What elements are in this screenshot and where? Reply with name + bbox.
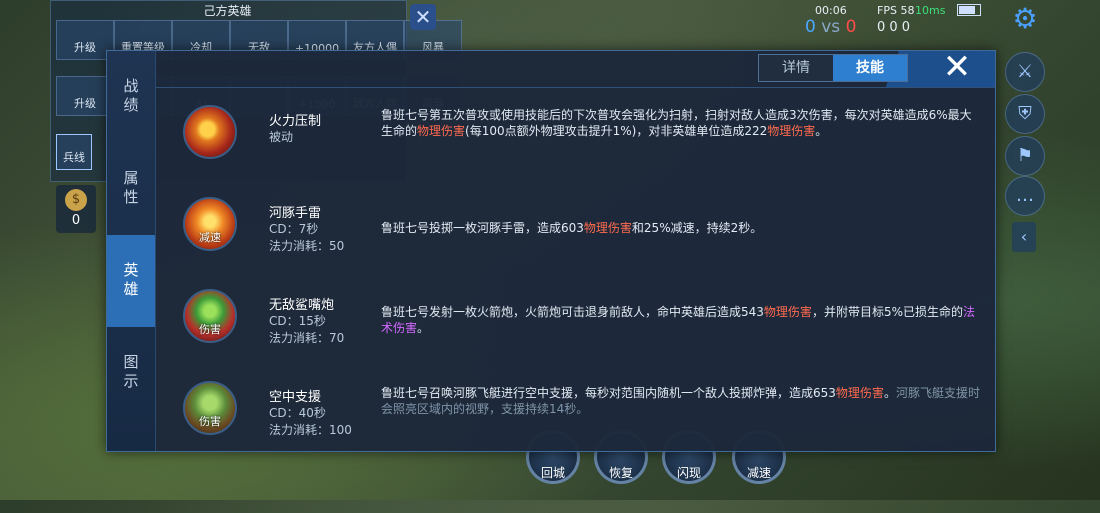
skill-description: 鲁班七号第五次普攻或使用技能后的下次普攻会强化为扫射，扫射对敌人造成3次伤害，每… — [381, 107, 981, 139]
tab[interactable]: 技能 — [833, 55, 907, 81]
description-text: 。 — [815, 124, 828, 138]
skill-row: 减速 河豚手雷 CD：7秒法力消耗：50 鲁班七号投掷一枚河豚手雷，造成603物理伤害… — [155, 180, 995, 272]
close-icon[interactable]: ✕ — [937, 49, 977, 85]
flag-icon[interactable]: ⚑ — [1005, 136, 1045, 176]
description-text: 。 — [417, 321, 430, 335]
skill-description: 鲁班七号召唤河豚飞艇进行空中支援，每秒对范围内随机一个敌人投掷炸弹，造成653物… — [381, 385, 981, 417]
dialog-header: 详情 技能 ✕ — [155, 49, 995, 87]
description-text: 鲁班七号投掷一枚河豚手雷，造成603 — [381, 221, 584, 235]
coin-value: 0 — [71, 213, 81, 228]
score-blue: 0 — [805, 17, 816, 37]
skill-icon — [183, 105, 237, 159]
cheat-panel-close-icon[interactable]: ✕ — [410, 4, 436, 30]
skill-name: 河豚手雷 — [269, 206, 322, 221]
description-text: 。 — [883, 386, 896, 400]
skill-mana-cost: 法力消耗：70 — [269, 331, 345, 345]
skill-name: 空中支援 — [269, 390, 322, 405]
skill-mana-cost: 法力消耗：50 — [269, 239, 345, 253]
nav-item[interactable]: 图示 — [107, 327, 155, 419]
skill-cooldown: CD：7秒 — [269, 222, 319, 236]
skill-icon-tag: 减速 — [199, 231, 221, 244]
physical-damage-text: 物理伤害 — [835, 386, 884, 400]
coin-counter: $ 0 — [56, 185, 96, 233]
tab[interactable]: 详情 — [759, 55, 833, 81]
description-text: ，并附带目标5%已损生命的 — [811, 305, 963, 319]
collapse-chevron-icon[interactable]: ‹ — [1012, 222, 1036, 252]
skill-mana-cost: 法力消耗：100 — [269, 423, 352, 437]
description-text: 和25%减速，持续2秒。 — [631, 221, 763, 235]
skill-icon: 减速 — [183, 197, 237, 251]
sword-icon[interactable]: ⚔ — [1005, 52, 1045, 92]
skill-icon-tag: 伤害 — [199, 323, 221, 336]
skill-row: 伤害 空中支援 CD：40秒法力消耗：100 鲁班七号召唤河豚飞艇进行空中支援，每秒对… — [155, 364, 995, 456]
skill-icon: 伤害 — [183, 381, 237, 435]
skill-row: 伤害 无敌鲨嘴炮 CD：15秒法力消耗：70 鲁班七号发射一枚火箭炮，火箭炮可击退身前… — [155, 272, 995, 364]
dialog-side-nav: 战绩 属性 英雄 图示 — [107, 51, 156, 451]
hero-info-dialog: 战绩 属性 英雄 图示 详情 技能 ✕ 火力压制 被动 鲁班七号第五次普攻或使用技能后的下次… — [106, 49, 996, 452]
nav-item[interactable]: 属性 — [107, 143, 155, 235]
nav-item[interactable]: 英雄 — [107, 235, 155, 327]
gear-icon[interactable]: ⚙ — [1010, 4, 1040, 34]
nav-item[interactable]: 战绩 — [107, 51, 155, 143]
skill-description: 鲁班七号投掷一枚河豚手雷，造成603物理伤害和25%减速，持续2秒。 — [381, 220, 981, 236]
skill-list: 火力压制 被动 鲁班七号第五次普攻或使用技能后的下次普攻会强化为扫射，扫射对敌人造成… — [155, 87, 995, 451]
skill-cooldown: 被动 — [269, 130, 294, 144]
skill-row: 火力压制 被动 鲁班七号第五次普攻或使用技能后的下次普攻会强化为扫射，扫射对敌人造成… — [155, 88, 995, 180]
skill-cooldown: CD：40秒 — [269, 406, 326, 420]
physical-damage-text: 物理伤害 — [583, 221, 632, 235]
description-text: 鲁班七号召唤河豚飞艇进行空中支援，每秒对范围内随机一个敌人投掷炸弹，造成653 — [381, 386, 836, 400]
score-red: 0 — [845, 17, 857, 37]
battery-icon — [957, 4, 981, 16]
skill-cooldown: CD：15秒 — [269, 314, 326, 328]
skill-description: 鲁班七号发射一枚火箭炮，火箭炮可击退身前敌人，命中英雄后造成543物理伤害，并附… — [381, 304, 981, 336]
score: 0 vs 0 — [805, 17, 856, 37]
shield-icon[interactable]: ⛨ — [1005, 94, 1045, 134]
vs-label: vs — [821, 17, 841, 37]
money-bag-icon: $ — [65, 189, 87, 211]
match-time: 00:06 — [815, 4, 847, 17]
skill-icon: 伤害 — [183, 289, 237, 343]
skill-icon-tag: 伤害 — [199, 415, 221, 428]
skill-name: 火力压制 — [269, 114, 322, 129]
kda-readout: 0 0 0 — [877, 20, 911, 35]
physical-damage-text: 物理伤害 — [763, 305, 812, 319]
description-text: (每100点额外物理攻击提升1%)，对非英雄单位造成222 — [465, 124, 768, 138]
description-text: 鲁班七号发射一枚火箭炮，火箭炮可击退身前敌人，命中英雄后造成543 — [381, 305, 764, 319]
chat-icon[interactable]: … — [1005, 176, 1045, 216]
cheat-panel-title: 己方英雄 — [203, 4, 252, 18]
ping-readout: 10ms — [915, 4, 946, 17]
physical-damage-text: 物理伤害 — [417, 124, 466, 138]
minion-button[interactable]: 兵线 — [56, 134, 92, 170]
fps-readout: FPS 58 — [877, 4, 915, 17]
tab-group: 详情 技能 — [758, 54, 908, 82]
skill-name: 无敌鲨嘴炮 — [269, 298, 335, 313]
physical-damage-text: 物理伤害 — [767, 124, 816, 138]
status-bar: 00:06 0 vs 0 FPS 58 10ms 0 0 0 — [795, 2, 1035, 40]
